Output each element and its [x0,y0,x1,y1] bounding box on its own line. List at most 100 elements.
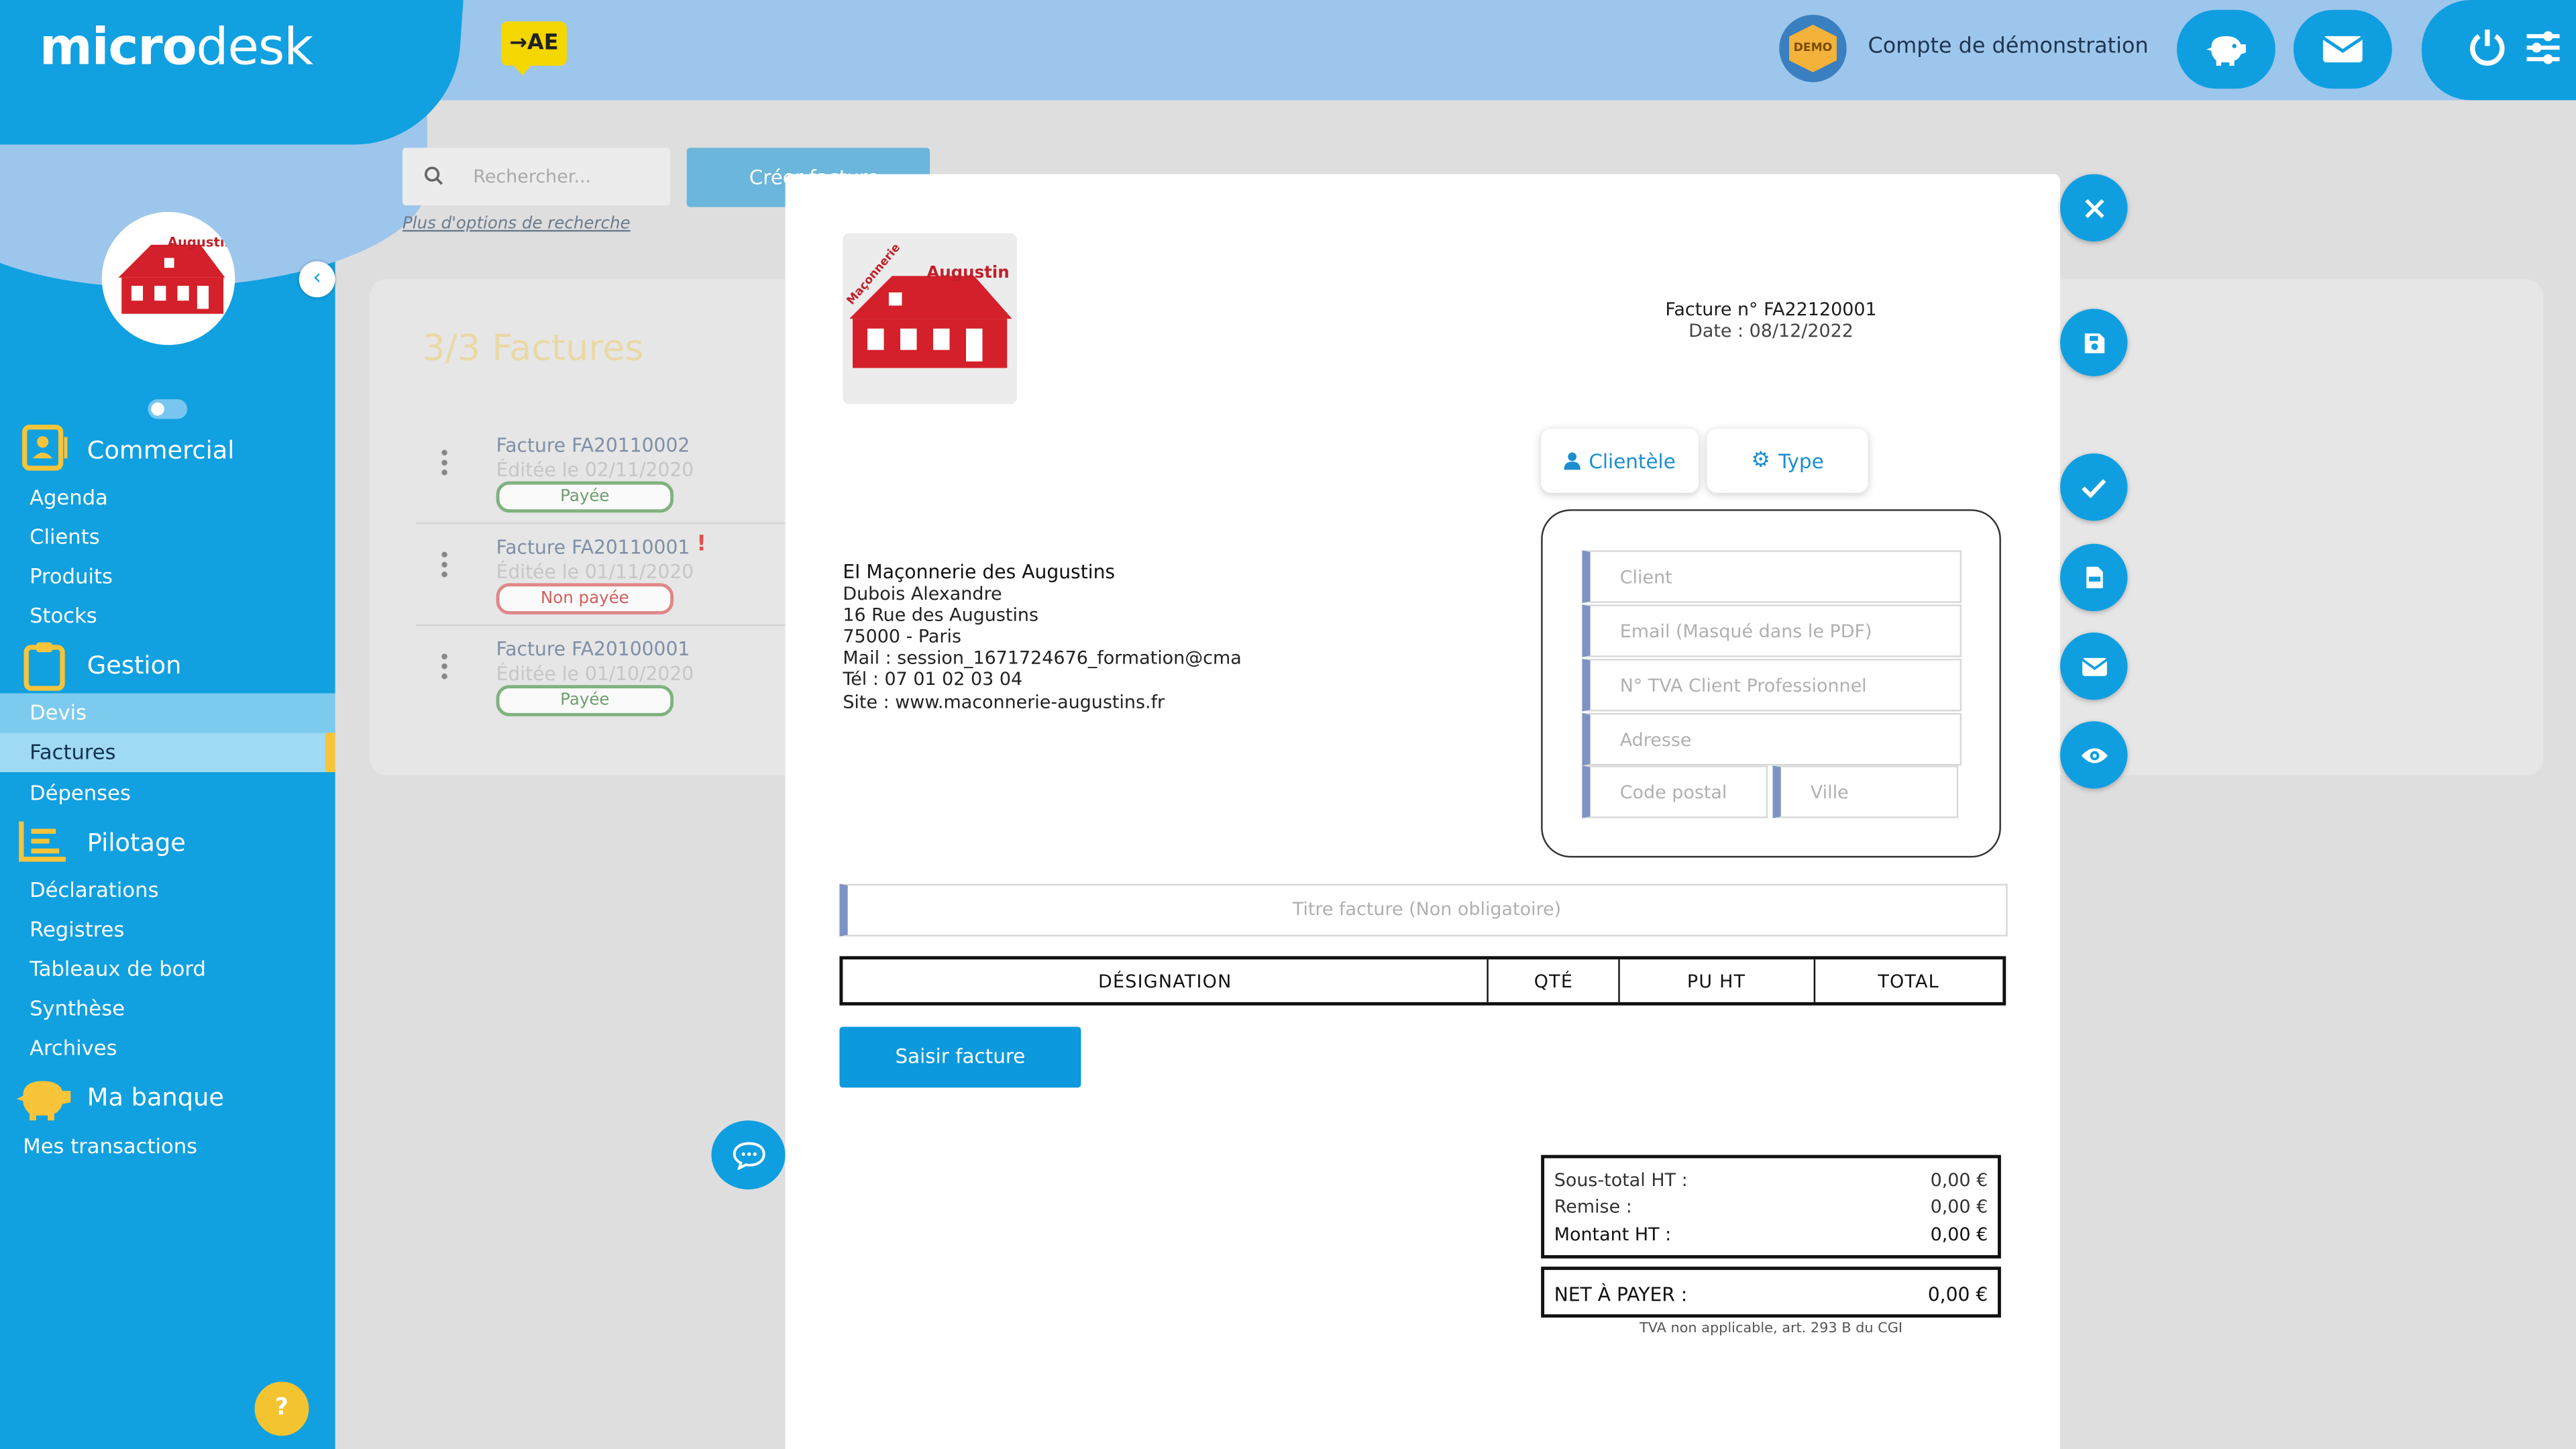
user-icon [1564,452,1581,470]
invoice-row[interactable]: • • • Facture FA20110002 Éditée le 02/11/2… [415,424,794,525]
sidebar-item-clients[interactable]: Clients [30,524,100,549]
company-city: 75000 - Paris [843,626,962,648]
column-unit-price: PU HT [1620,959,1815,1002]
sidebar-item-synthese[interactable]: Synthèse [30,996,125,1020]
contact-card-icon [19,422,68,478]
enter-invoice-button[interactable]: Saisir facture [839,1026,1081,1088]
tva-note: TVA non applicable, art. 293 B du CGI [1639,1320,1903,1338]
sidebar-item-devis[interactable]: Devis [30,700,87,724]
tab-clientele-label: Clientèle [1589,449,1676,473]
search-placeholder: Rechercher... [473,166,592,188]
help-button[interactable]: ? [254,1381,309,1436]
net-row: NET À PAYER : 0,00 € [1554,1283,1988,1306]
close-button[interactable] [2060,174,2128,242]
power-icon[interactable] [2467,26,2507,75]
sidebar-item-depenses[interactable]: Dépenses [30,780,131,805]
sidebar-item-declarations[interactable]: Déclarations [30,877,158,902]
chevron-left-icon: ‹ [313,266,322,291]
invoice-count: 3/3 Factures [422,328,644,370]
ae-badge[interactable]: →AE [500,21,567,76]
tab-type-label: Type [1778,449,1824,473]
company-logo[interactable]: Augustin Maçonnerie [843,233,1017,405]
search-field[interactable]: Rechercher... [402,148,671,206]
gear-icon: ⚙ [1751,448,1770,474]
totals-box: Sous-total HT : 0,00 € Remise : 0,00 € Mon… [1541,1155,2001,1258]
sidebar-item-stocks[interactable]: Stocks [30,603,97,628]
tab-clientele[interactable]: Clientèle [1541,429,1699,493]
subtotal-label: Sous-total HT : [1554,1169,1688,1191]
collapse-sidebar-button[interactable]: ‹ [299,261,335,298]
section-ma-banque[interactable]: Ma banque [87,1083,224,1112]
messages-button[interactable] [2293,9,2392,89]
demo-account-avatar[interactable]: DEMO [1779,15,1847,83]
city-field[interactable]: Ville [1772,765,1959,818]
company-name: EI Maçonnerie des Augustins [843,560,1116,584]
logo-bold: micro [39,17,197,78]
discount-label: Remise : [1554,1195,1632,1218]
invoice-row[interactable]: • • • Facture FA20110001 Éditée le 01/11/2… [415,526,794,627]
company-avatar[interactable]: Augustin [101,211,235,345]
invoice-number: Facture n° FA22120001 [1665,299,1877,321]
check-icon [2082,478,2106,497]
address-field[interactable]: Adresse [1582,712,1962,766]
pdf-button[interactable] [2060,543,2128,612]
sidebar-item-agenda[interactable]: Agenda [30,484,108,509]
active-indicator [325,733,335,773]
logo-brand-text: Augustin [926,264,1010,283]
pdf-icon [2086,566,2102,588]
sidebar-item-archives[interactable]: Archives [30,1035,117,1060]
piggy-bank-icon [15,1073,74,1128]
more-search-options-link[interactable]: Plus d'options de recherche [402,215,631,233]
client-field[interactable]: Client [1582,550,1962,603]
chat-button[interactable] [711,1120,786,1190]
sidebar-item-registres[interactable]: Registres [30,917,124,942]
invoice-title: Facture FA20110001 [496,535,690,559]
app-logo[interactable]: microdesk [40,18,313,77]
sidebar-item-factures[interactable]: Factures [30,739,115,764]
sidebar-item-transactions[interactable]: Mes transactions [23,1134,197,1159]
app-root: microdesk →AE DEMO Compte de démonstrati… [0,0,2576,1449]
status-badge: Payée [496,481,674,513]
warning-mark: ! [696,532,706,557]
email-field[interactable]: Email (Masqué dans le PDF) [1582,604,1962,657]
tab-type[interactable]: ⚙ Type [1707,429,1868,493]
company-phone: Tél : 07 01 02 03 04 [843,669,1023,691]
invoice-date: Éditée le 02/11/2020 [496,458,694,482]
kebab-menu-icon[interactable]: • • • [439,443,450,483]
save-icon [2084,332,2104,353]
mode-toggle[interactable] [148,399,188,419]
bank-button[interactable] [2176,9,2275,89]
subtotal-value: 0,00 € [1930,1169,1988,1191]
logo-light: desk [196,17,313,78]
search-icon [424,166,443,185]
invoice-row[interactable]: • • • Facture FA20100001 Éditée le 01/10/2… [416,628,794,727]
validate-button[interactable] [2060,453,2128,521]
account-name[interactable]: Compte de démonstration [1868,34,2149,59]
amount-value: 0,00 € [1930,1224,1988,1246]
sliders-icon[interactable] [2524,28,2563,74]
section-gestion[interactable]: Gestion [87,651,182,680]
save-button[interactable] [2060,309,2128,376]
piggy-bank-icon [2206,36,2246,66]
kebab-menu-icon[interactable]: • • • [439,545,450,585]
postal-code-field[interactable]: Code postal [1582,765,1768,818]
chat-icon [732,1142,765,1170]
eye-icon [2080,747,2107,763]
section-commercial[interactable]: Commercial [87,435,235,465]
email-send-button[interactable] [2060,632,2128,700]
company-owner: Dubois Alexandre [843,583,1002,605]
discount-value: 0,00 € [1930,1195,1988,1218]
discount-row: Remise : 0,00 € [1554,1196,1988,1218]
chart-lines-icon [16,818,68,871]
company-site: Site : www.maconnerie-augustins.fr [843,690,1165,712]
tva-number-field[interactable]: N° TVA Client Professionnel [1582,659,1962,712]
section-pilotage[interactable]: Pilotage [87,828,186,857]
company-info: EI Maçonnerie des Augustins Dubois Alexa… [843,560,1242,712]
invoice-title-field[interactable]: Titre facture (Non obligatoire) [839,883,2008,936]
sidebar-item-produits[interactable]: Produits [30,564,113,588]
kebab-menu-icon[interactable]: • • • [439,647,450,687]
sidebar-item-tableaux[interactable]: Tableaux de bord [30,956,206,981]
demo-badge: DEMO [1788,24,1837,72]
preview-button[interactable] [2060,721,2128,789]
company-mail: Mail : session_1671724676_formation@cma [843,647,1242,669]
